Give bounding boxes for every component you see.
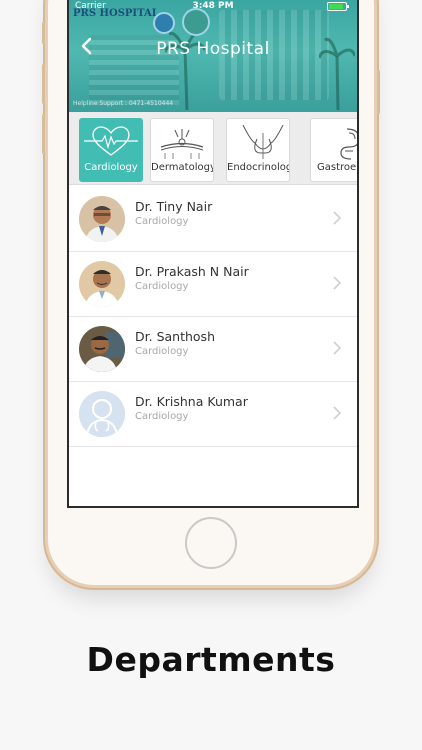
home-button[interactable] bbox=[185, 517, 237, 569]
page-title: PRS Hospital bbox=[156, 39, 270, 59]
phone-screen: Carrier 3:48 PM PRS HOSPITAL PRS Hospita… bbox=[67, 0, 359, 508]
tab-gastroenterology[interactable]: Gastroenterology bbox=[310, 118, 359, 182]
heart-icon bbox=[84, 126, 138, 156]
avatar bbox=[79, 326, 125, 372]
list-item[interactable]: Dr. Tiny Nair Cardiology bbox=[69, 187, 357, 252]
mute-switch bbox=[42, 22, 45, 44]
doctor-name: Dr. Santhosh bbox=[135, 329, 215, 344]
tab-cardiology[interactable]: Cardiology bbox=[79, 118, 143, 182]
list-item[interactable]: Dr. Prakash N Nair Cardiology bbox=[69, 252, 357, 317]
avatar bbox=[79, 196, 125, 242]
tab-label: Cardiology bbox=[84, 162, 138, 173]
department-tabs: Cardiology Dermatology Endocrinology bbox=[69, 112, 357, 185]
intestine-icon bbox=[340, 128, 357, 160]
doctor-name: Dr. Tiny Nair bbox=[135, 199, 213, 214]
chevron-right-icon bbox=[331, 274, 343, 297]
tab-label: Endocrinology bbox=[227, 162, 289, 173]
list-item[interactable]: Dr. Krishna Kumar Cardiology bbox=[69, 382, 357, 447]
volume-down-button bbox=[42, 114, 45, 154]
accreditation-badge-icon bbox=[182, 8, 210, 36]
tab-endocrinology[interactable]: Endocrinology bbox=[226, 118, 290, 182]
chevron-right-icon bbox=[331, 404, 343, 427]
doctor-department: Cardiology bbox=[135, 346, 189, 357]
thyroid-icon bbox=[242, 125, 284, 159]
power-button bbox=[377, 70, 380, 114]
tab-label: Gastroenterology bbox=[317, 162, 359, 173]
avatar bbox=[79, 261, 125, 307]
list-item[interactable]: Dr. Santhosh Cardiology bbox=[69, 317, 357, 382]
screenshot-caption: Departments bbox=[86, 640, 336, 679]
battery-icon bbox=[327, 2, 349, 11]
doctor-name: Dr. Krishna Kumar bbox=[135, 394, 248, 409]
chevron-right-icon bbox=[331, 339, 343, 362]
hospital-logo-text: PRS HOSPITAL bbox=[73, 8, 159, 19]
volume-up-button bbox=[42, 64, 45, 104]
tab-dermatology[interactable]: Dermatology bbox=[150, 118, 214, 182]
doctor-department: Cardiology bbox=[135, 216, 189, 227]
doctor-name: Dr. Prakash N Nair bbox=[135, 264, 249, 279]
hospital-header: Carrier 3:48 PM PRS HOSPITAL PRS Hospita… bbox=[69, 0, 357, 112]
tab-label: Dermatology bbox=[151, 162, 214, 173]
doctor-department: Cardiology bbox=[135, 411, 189, 422]
helpline-text: Helpline Support : 0471-4510444 bbox=[73, 100, 174, 107]
skin-icon bbox=[160, 129, 204, 159]
accreditation-badge-icon bbox=[153, 12, 175, 34]
chevron-right-icon bbox=[331, 209, 343, 232]
avatar-placeholder-icon bbox=[79, 391, 125, 437]
doctor-department: Cardiology bbox=[135, 281, 189, 292]
